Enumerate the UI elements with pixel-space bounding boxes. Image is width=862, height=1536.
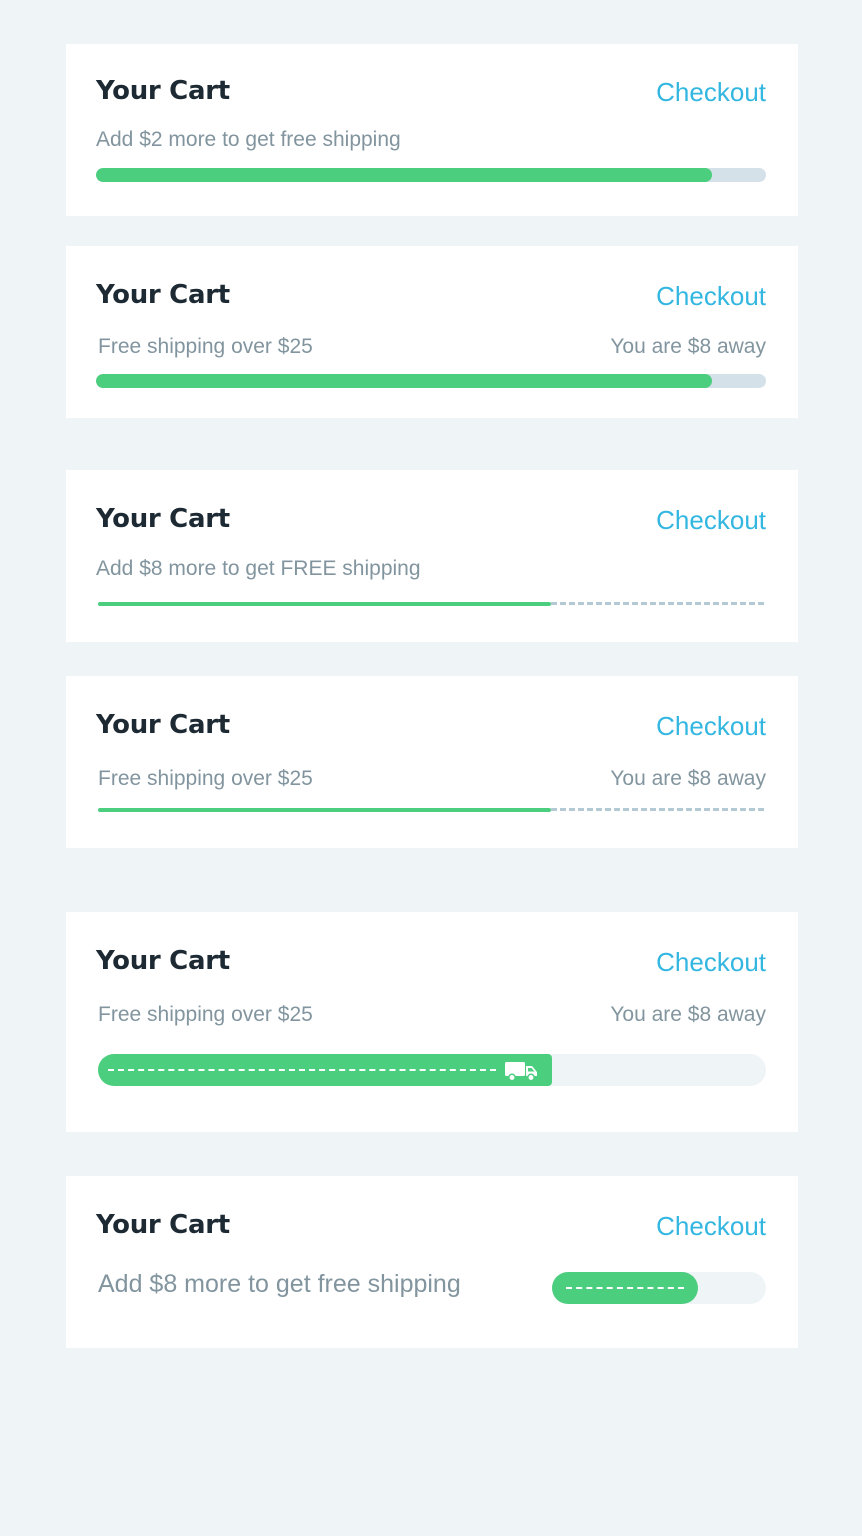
road-dashes <box>566 1287 684 1289</box>
shipping-progress-fill <box>552 1272 698 1304</box>
checkout-link[interactable]: Checkout <box>656 1213 766 1239</box>
cart-title: Your Cart <box>96 504 230 534</box>
cart-card-1: Your Cart Checkout Add $2 more to get fr… <box>66 44 798 216</box>
amount-away-text: You are $8 away <box>610 767 766 790</box>
shipping-progress-fill <box>96 168 712 182</box>
amount-away-text: You are $8 away <box>610 1003 766 1026</box>
cart-title: Your Cart <box>96 946 230 976</box>
shipping-progress-fill <box>98 1054 552 1086</box>
free-shipping-threshold: Free shipping over $25 <box>98 767 313 790</box>
shipping-progress-track <box>96 374 766 388</box>
cart-title: Your Cart <box>96 76 230 106</box>
road-dashes <box>108 1069 496 1071</box>
cart-card-4: Your Cart Checkout Free shipping over $2… <box>66 676 798 848</box>
shipping-progress-track <box>98 1054 766 1086</box>
free-shipping-threshold: Free shipping over $25 <box>98 335 313 358</box>
cart-card-5: Your Cart Checkout Free shipping over $2… <box>66 912 798 1132</box>
shipping-progress-fill <box>98 602 551 606</box>
cart-title: Your Cart <box>96 280 230 310</box>
shipping-message: Add $8 more to get free shipping <box>98 1270 461 1298</box>
checkout-link[interactable]: Checkout <box>656 283 766 309</box>
checkout-link[interactable]: Checkout <box>656 713 766 739</box>
shipping-progress-fill <box>98 808 551 812</box>
shipping-progress-track <box>552 1272 766 1304</box>
checkout-link[interactable]: Checkout <box>656 507 766 533</box>
shipping-message: Add $2 more to get free shipping <box>96 128 401 151</box>
cart-card-2: Your Cart Checkout Free shipping over $2… <box>66 246 798 418</box>
cart-title: Your Cart <box>96 710 230 740</box>
checkout-link[interactable]: Checkout <box>656 79 766 105</box>
shipping-message: Add $8 more to get FREE shipping <box>96 557 421 580</box>
remaining-dashed-line <box>551 808 764 811</box>
free-shipping-threshold: Free shipping over $25 <box>98 1003 313 1026</box>
cart-card-3: Your Cart Checkout Add $8 more to get FR… <box>66 470 798 642</box>
truck-icon <box>504 1060 540 1082</box>
amount-away-text: You are $8 away <box>610 335 766 358</box>
remaining-dashed-line <box>551 602 764 605</box>
shipping-progress-fill <box>96 374 712 388</box>
cart-title: Your Cart <box>96 1210 230 1240</box>
shipping-progress-track <box>96 168 766 182</box>
cart-card-6: Your Cart Checkout Add $8 more to get fr… <box>66 1176 798 1348</box>
shipping-progress-track <box>98 808 764 812</box>
checkout-link[interactable]: Checkout <box>656 949 766 975</box>
shipping-progress-track <box>98 602 764 606</box>
